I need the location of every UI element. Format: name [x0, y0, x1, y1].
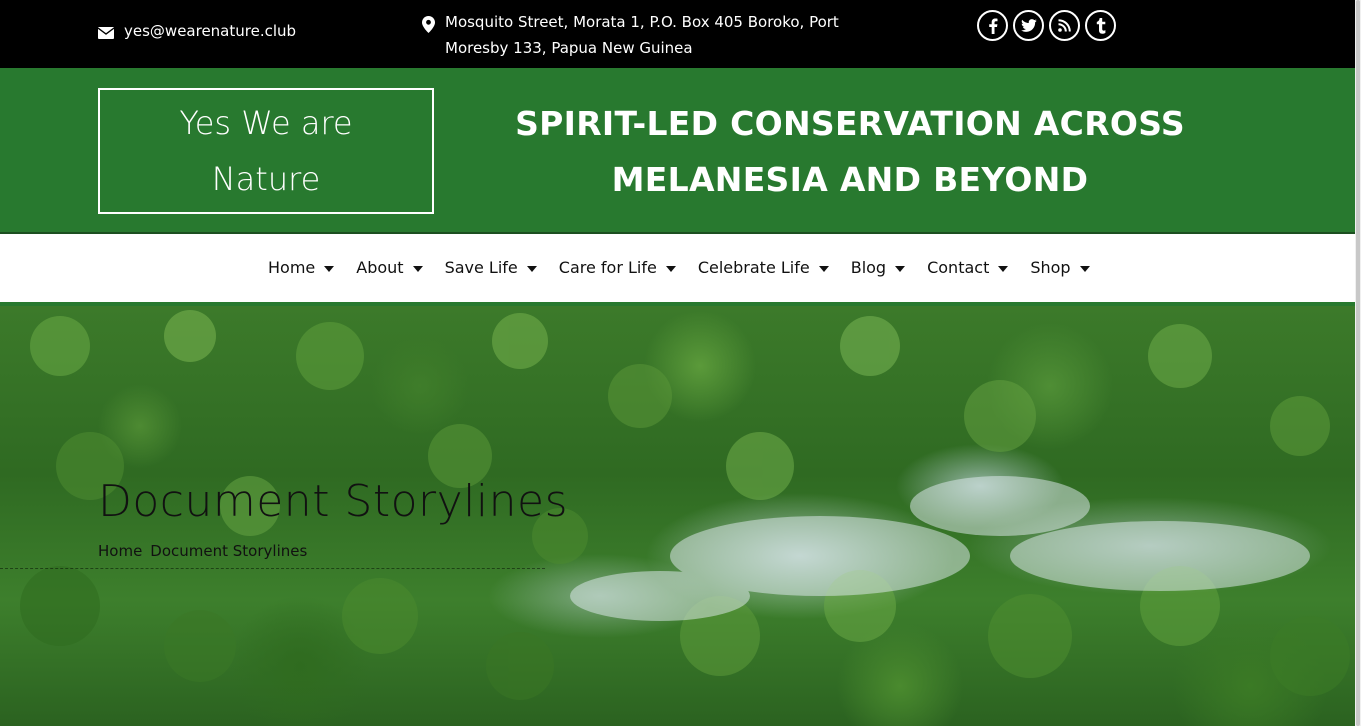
tagline-line-2: MELANESIA AND BEYOND: [611, 160, 1089, 199]
logo-line-2: Nature: [211, 160, 321, 198]
main-nav: Home About Save Life Care for Life Celeb…: [0, 236, 1355, 302]
nav-item-blog[interactable]: Blog: [850, 258, 906, 277]
tagline-line-1: SPIRIT-LED CONSERVATION ACROSS: [515, 104, 1185, 143]
nav-label: Save Life: [444, 258, 518, 277]
nav-label: Care for Life: [558, 258, 657, 277]
nav-item-shop[interactable]: Shop: [1030, 258, 1090, 277]
caret-down-icon: [324, 265, 335, 272]
logo-line-1: Yes We are: [179, 104, 353, 142]
page-title: Document Storylines: [98, 476, 568, 527]
site-tagline: SPIRIT-LED CONSERVATION ACROSS MELANESIA…: [480, 96, 1220, 208]
site-logo[interactable]: Yes We are Nature: [98, 88, 434, 214]
hero-banner: Document Storylines Home Document Storyl…: [0, 306, 1355, 726]
address-line-2: Moresby 133, Papua New Guinea: [445, 39, 693, 57]
nav-item-contact[interactable]: Contact: [927, 258, 1009, 277]
nav-item-home[interactable]: Home: [268, 258, 335, 277]
breadcrumb-divider: [0, 568, 545, 569]
site-header: Yes We are Nature SPIRIT-LED CONSERVATIO…: [0, 68, 1355, 234]
caret-down-icon: [998, 265, 1009, 272]
address-line-1: Mosquito Street, Morata 1, P.O. Box 405 …: [445, 13, 839, 31]
caret-down-icon: [665, 265, 676, 272]
breadcrumb-current: Document Storylines: [150, 542, 308, 560]
nav-label: Celebrate Life: [697, 258, 810, 277]
scrollbar-thumb[interactable]: [1356, 0, 1360, 726]
nav-label: About: [356, 258, 404, 277]
nav-item-celebrate-life[interactable]: Celebrate Life: [698, 258, 829, 277]
top-bar: yes@wearenature.club Mosquito Street, Mo…: [0, 0, 1355, 68]
social-links: [977, 10, 1116, 41]
map-pin-icon: [422, 9, 436, 61]
email-text[interactable]: yes@wearenature.club: [124, 22, 296, 40]
caret-down-icon: [818, 265, 829, 272]
contact-address: Mosquito Street, Morata 1, P.O. Box 405 …: [422, 9, 840, 61]
nav-item-save-life[interactable]: Save Life: [445, 258, 537, 277]
rss-icon[interactable]: [1049, 10, 1080, 41]
breadcrumb-home[interactable]: Home: [98, 542, 142, 560]
breadcrumb: Home Document Storylines: [98, 542, 307, 560]
tumblr-icon[interactable]: [1085, 10, 1116, 41]
caret-down-icon: [895, 265, 906, 272]
nav-item-about[interactable]: About: [356, 258, 423, 277]
nav-item-care-for-life[interactable]: Care for Life: [559, 258, 676, 277]
caret-down-icon: [412, 265, 423, 272]
nav-label: Home: [268, 258, 316, 277]
envelope-icon: [97, 25, 115, 39]
facebook-icon[interactable]: [977, 10, 1008, 41]
caret-down-icon: [1079, 265, 1090, 272]
twitter-icon[interactable]: [1013, 10, 1044, 41]
caret-down-icon: [526, 265, 537, 272]
nav-label: Contact: [927, 258, 990, 277]
contact-email[interactable]: yes@wearenature.club: [97, 22, 296, 40]
nav-label: Blog: [850, 258, 887, 277]
nav-label: Shop: [1030, 258, 1071, 277]
